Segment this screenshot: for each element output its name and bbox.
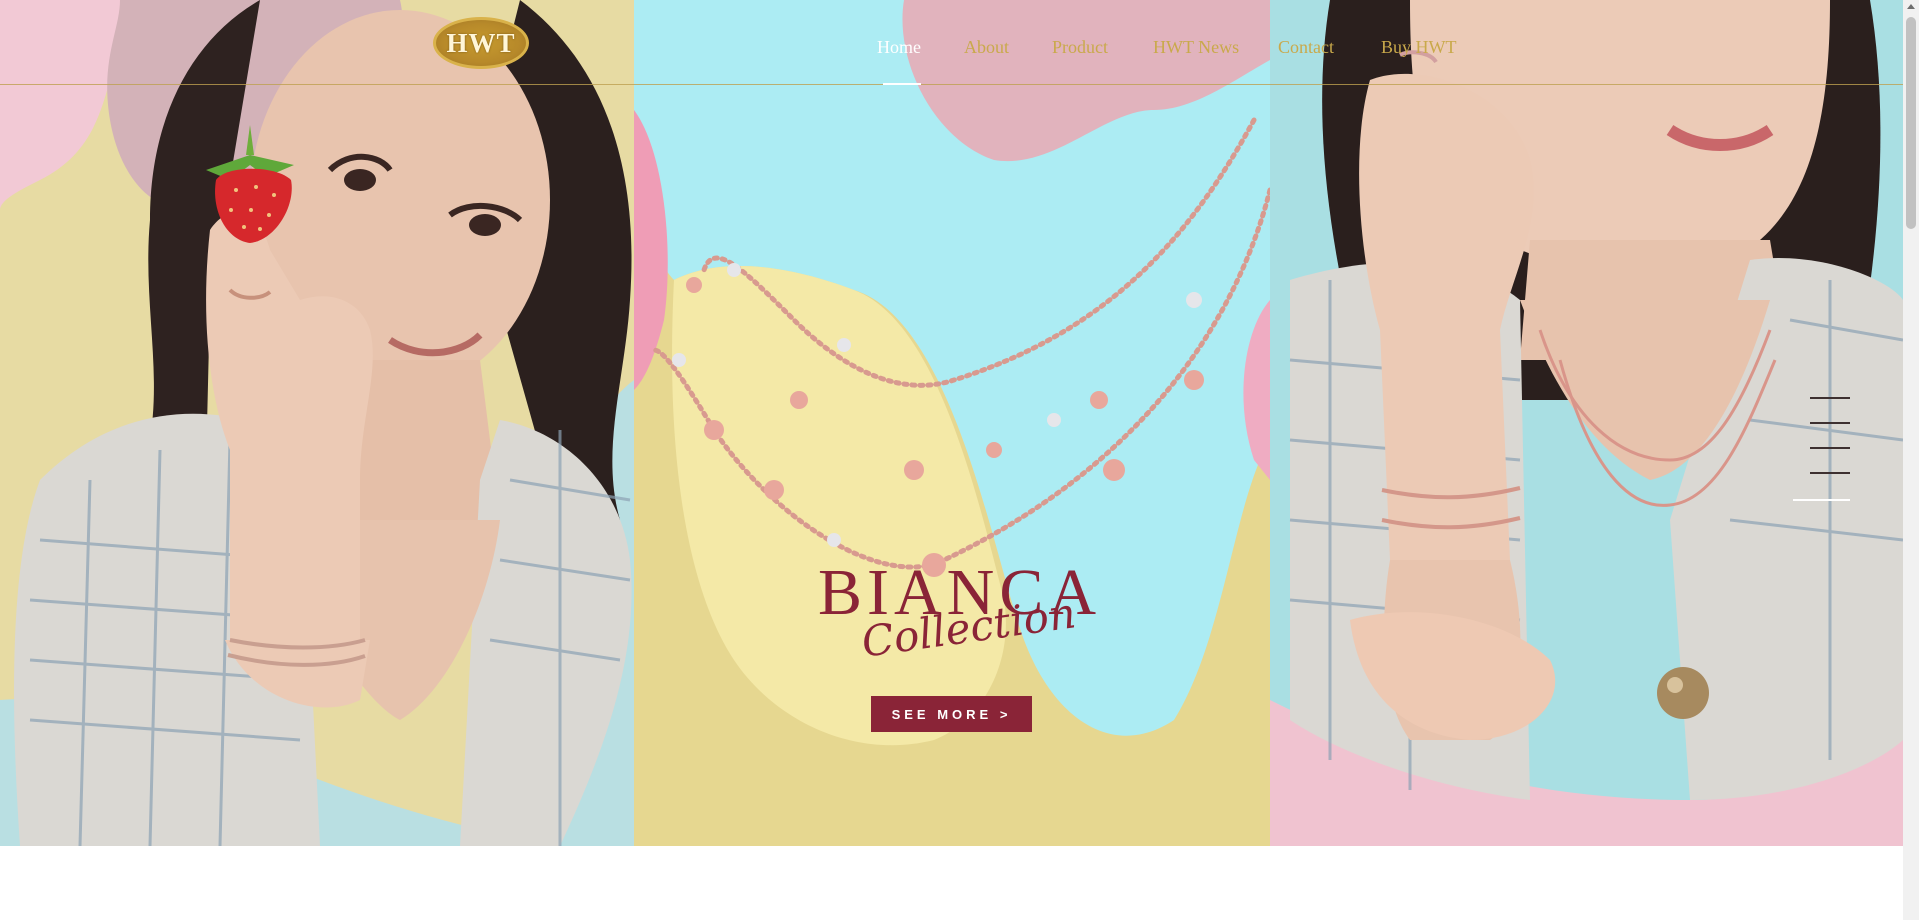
hero-photo-left — [0, 0, 634, 846]
nav-contact[interactable]: Contact — [1278, 37, 1334, 58]
nav-product[interactable]: Product — [1052, 37, 1108, 58]
hero-product-center: BIANCA Collection SEE MORE > — [634, 0, 1270, 846]
slide-dot-5[interactable] — [1793, 499, 1850, 501]
slide-dot-2[interactable] — [1810, 422, 1850, 424]
strawberry-icon — [206, 125, 294, 243]
nav-about[interactable]: About — [964, 37, 1009, 58]
logo-text: HWT — [446, 27, 516, 58]
hero-photo-right — [1270, 0, 1903, 846]
site-header: HWT Home About Product HWT News Contact … — [0, 0, 1903, 85]
slide-dot-4[interactable] — [1810, 472, 1850, 474]
nav-hwt-news[interactable]: HWT News — [1153, 37, 1239, 58]
model-with-strawberry-illustration — [0, 0, 634, 846]
slide-dot-1[interactable] — [1810, 397, 1850, 399]
hero-banner: BIANCA Collection SEE MORE > HWT Home Ab… — [0, 0, 1903, 846]
see-more-button[interactable]: SEE MORE > — [871, 696, 1032, 732]
scroll-thumb[interactable] — [1906, 17, 1916, 229]
nav-active-indicator — [883, 83, 921, 85]
scroll-up-arrow-icon[interactable] — [1907, 4, 1915, 9]
nav-home[interactable]: Home — [877, 37, 921, 58]
nav-buy-hwt[interactable]: Buy HWT — [1381, 37, 1457, 58]
page-scrollbar[interactable] — [1903, 0, 1919, 920]
slide-dot-3[interactable] — [1810, 447, 1850, 449]
hwt-logo[interactable]: HWT — [433, 17, 529, 69]
model-with-jewelry-illustration — [1270, 0, 1903, 846]
